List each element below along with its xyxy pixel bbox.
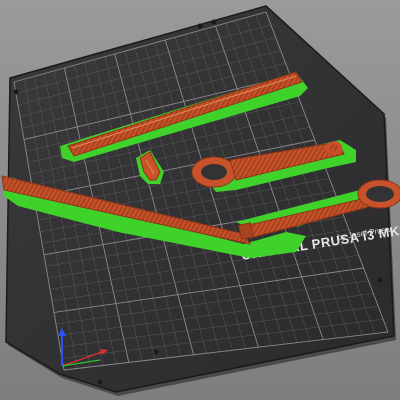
3d-preview-viewport[interactable]: ORIGINAL PRUSA i3 MK3 by Josef Prusa (0, 0, 400, 400)
bed-hole-left (13, 89, 19, 95)
bed-hole-top-right (211, 19, 217, 25)
bed-hole-right (377, 277, 383, 283)
bed-hole-top-left (197, 23, 203, 29)
wrench-ring-hole (201, 164, 227, 180)
long-lever-ring-hole (366, 186, 394, 202)
bed-hole-bottom-mid (153, 349, 159, 355)
long-lever-joint (238, 222, 254, 240)
bed-hole-bottom-left (97, 379, 103, 385)
